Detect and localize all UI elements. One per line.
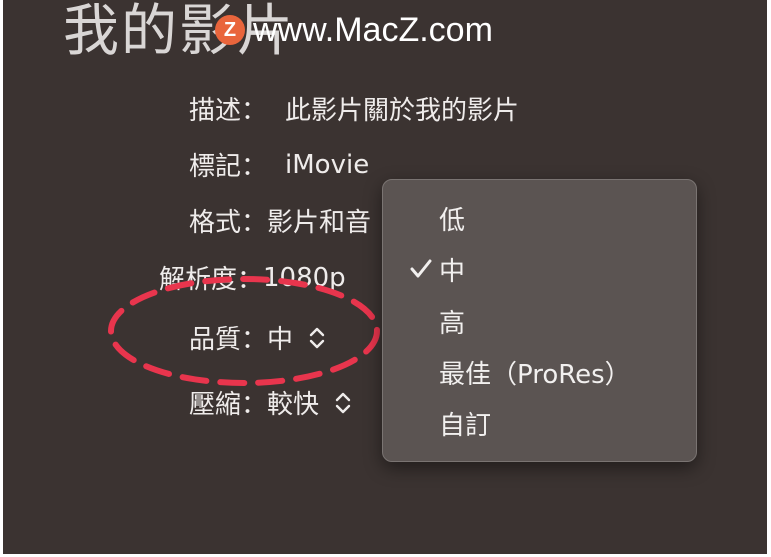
resolution-value: 1080p [263,262,346,293]
menu-item-medium[interactable]: 中 [383,245,696,293]
quality-popup-button[interactable]: 中 [267,319,325,356]
menu-item-label: 中 [439,256,466,287]
updown-chevron-icon [309,325,325,351]
format-row: 格式： 影片和音 [189,202,371,239]
menu-item-custom[interactable]: 自訂 [383,399,696,447]
quality-label: 品質： [189,325,268,355]
tags-label: 標記： [189,152,268,182]
menu-item-label: 低 [439,205,466,236]
compression-label: 壓縮： [189,390,268,420]
menu-item-label: 最佳（ProRes） [439,359,631,390]
watermark-logo: Z [215,15,245,45]
checkmark-icon [383,258,439,280]
tags-row: 標記： iMovie [189,146,369,183]
quality-dropdown-menu: 低 中 高 最佳（ProRes） 自訂 [382,179,697,462]
menu-item-label: 自訂 [439,410,492,441]
resolution-label: 解析度： [159,265,264,295]
format-value: 影片和音 [267,208,372,238]
format-label: 格式： [189,208,268,238]
description-field[interactable]: 此影片關於我的影片 [285,90,519,127]
compression-row: 壓縮： 較快 [189,384,351,421]
description-row: 描述： 此影片關於我的影片 [189,90,519,127]
watermark: Z www.MacZ.com [215,8,493,52]
updown-chevron-icon [335,390,351,416]
compression-popup-button[interactable]: 較快 [267,384,351,421]
quality-row: 品質： 中 [189,319,325,356]
watermark-text: www.MacZ.com [253,10,493,49]
menu-item-best-prores[interactable]: 最佳（ProRes） [383,348,696,396]
description-label: 描述： [189,96,268,126]
menu-item-high[interactable]: 高 [383,297,696,345]
compression-value: 較快 [267,390,320,420]
tags-field[interactable]: iMovie [285,150,369,180]
resolution-row: 解析度： 1080p [159,259,346,296]
menu-item-low[interactable]: 低 [383,194,696,242]
quality-value: 中 [267,325,294,355]
export-settings-window: 我的影片 Z www.MacZ.com 描述： 此影片關於我的影片 標記： iM… [3,0,767,554]
menu-item-label: 高 [439,308,466,339]
